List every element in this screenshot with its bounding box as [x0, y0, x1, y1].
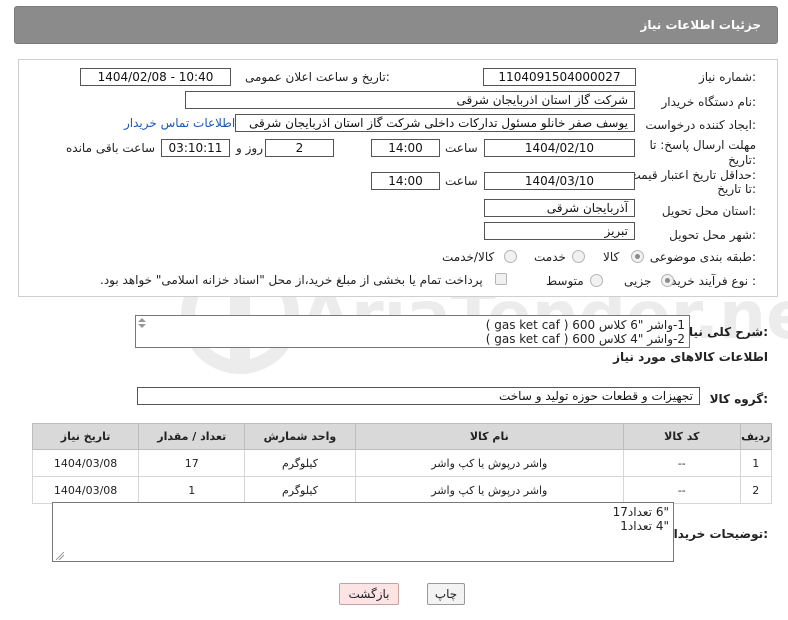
process-option-minor: جزیی: [624, 274, 652, 288]
cell-date: 1404/03/08: [31, 449, 140, 477]
days-label: روز و: [236, 141, 263, 155]
col-row: ردیف: [739, 423, 773, 450]
buyer-notes-textarea[interactable]: "6 تعداد17 "4 تعداد1: [52, 502, 674, 562]
buyer-notes-line-1: "6 تعداد17: [612, 505, 669, 519]
back-button[interactable]: بازگشت: [339, 583, 399, 605]
cell-unit: کیلوگرم: [244, 476, 356, 504]
city-field[interactable]: تبریز: [484, 222, 635, 240]
creator-field[interactable]: یوسف صفر خانلو مسئول تدارکات داخلی شرکت …: [235, 114, 635, 132]
city-label: شهر محل تحویل:: [669, 228, 756, 242]
reply-deadline-label-date: تاریخ:: [728, 153, 756, 167]
category-radio-service[interactable]: [572, 250, 585, 263]
goods-group-field[interactable]: تجهیزات و قطعات حوزه تولید و ساخت: [137, 387, 700, 405]
items-table: ردیف کد کالا نام کالا واحد شمارش تعداد /…: [31, 423, 773, 504]
reply-time-field[interactable]: 14:00: [371, 139, 440, 157]
page-title: جزئیات اطلاعات نیاز: [640, 18, 761, 32]
description-line-1: 1-واشر "6 کلاس 600 ( gas ket caf ): [485, 318, 685, 332]
cell-qty: 17: [138, 449, 246, 477]
cell-code: --: [623, 476, 741, 504]
category-option-service: خدمت: [534, 250, 566, 264]
category-option-goods: کالا: [603, 250, 620, 264]
cell-row: 1: [739, 449, 773, 477]
cell-name: واشر درپوش یا کپ واشر: [354, 476, 625, 504]
category-label: طبقه بندی موضوعی:: [649, 250, 756, 264]
cell-date: 1404/03/08: [31, 476, 140, 504]
reply-date-field[interactable]: 1404/02/10: [484, 139, 635, 157]
col-date: تاریخ نیاز: [31, 423, 140, 450]
buyer-notes-line-2: "4 تعداد1: [620, 519, 669, 533]
goods-info-title: اطلاعات کالاهای مورد نیاز: [613, 350, 768, 364]
reply-time-label: ساعت: [445, 141, 478, 155]
table-row[interactable]: 1 -- واشر درپوش یا کپ واشر کیلوگرم 17 14…: [31, 449, 773, 477]
reply-deadline-label: مهلت ارسال پاسخ: تا: [649, 138, 756, 152]
need-number-field[interactable]: 1104091504000027: [483, 68, 636, 86]
description-textarea[interactable]: 1-واشر "6 کلاس 600 ( gas ket caf ) 2-واش…: [135, 315, 690, 348]
creator-label: ایجاد کننده درخواست:: [645, 118, 756, 132]
price-validity-label: حداقل تاریخ اعتبار قیمت:: [629, 168, 756, 182]
cell-code: --: [623, 449, 741, 477]
table-row[interactable]: 2 -- واشر درپوش یا کپ واشر کیلوگرم 1 140…: [31, 476, 773, 504]
province-field[interactable]: آذربایجان شرقی: [484, 199, 635, 217]
col-unit: واحد شمارش: [244, 423, 356, 450]
price-time-field[interactable]: 14:00: [371, 172, 440, 190]
buyer-org-label: نام دستگاه خریدار:: [661, 95, 757, 109]
price-time-label: ساعت: [445, 174, 478, 188]
province-label: استان محل تحویل:: [661, 204, 756, 218]
buyer-contact-link[interactable]: اطلاعات تماس خریدار: [124, 116, 235, 130]
process-radio-medium[interactable]: [590, 274, 603, 287]
buyer-notes-label: توضیحات خریدار:: [666, 527, 768, 541]
process-type-label: نوع فرآیند خرید :: [671, 274, 756, 288]
page-header: جزئیات اطلاعات نیاز: [14, 6, 778, 44]
description-line-2: 2-واشر "4 کلاس 600 ( gas ket caf ): [485, 332, 685, 346]
table-header-row: ردیف کد کالا نام کالا واحد شمارش تعداد /…: [31, 423, 773, 450]
need-number-label: شماره نیاز:: [698, 70, 756, 84]
category-radio-goods-service[interactable]: [504, 250, 517, 263]
treasury-payment-checkbox[interactable]: [495, 273, 507, 285]
announce-date-field[interactable]: 1404/02/08 - 10:40: [80, 68, 231, 86]
description-label: شرح کلی نیاز:: [682, 325, 768, 339]
textarea-scroll-arrows-icon[interactable]: [137, 317, 147, 329]
resize-grip-icon[interactable]: [56, 552, 64, 560]
cell-qty: 1: [138, 476, 246, 504]
treasury-payment-note: پرداخت تمام یا بخشی از مبلغ خرید،از محل …: [100, 273, 483, 287]
goods-group-label: گروه کالا:: [709, 392, 768, 406]
announce-date-label: تاریخ و ساعت اعلان عمومی:: [245, 70, 390, 84]
cell-unit: کیلوگرم: [244, 449, 356, 477]
cell-row: 2: [739, 476, 773, 504]
remaining-time-label: ساعت باقی مانده: [66, 141, 156, 155]
category-radio-goods[interactable]: [631, 250, 644, 263]
col-qty: تعداد / مقدار: [138, 423, 246, 450]
process-option-medium: متوسط: [546, 274, 584, 288]
days-remaining-field[interactable]: 2: [265, 139, 334, 157]
price-date-field[interactable]: 1404/03/10: [484, 172, 635, 190]
remaining-time-field[interactable]: 03:10:11: [161, 139, 230, 157]
col-name: نام کالا: [354, 423, 625, 450]
print-button[interactable]: چاپ: [427, 583, 465, 605]
process-radio-minor[interactable]: [661, 274, 674, 287]
buyer-org-field[interactable]: شرکت گاز استان اذربایجان شرقی: [185, 91, 635, 109]
category-option-goods-service: کالا/خدمت: [442, 250, 495, 264]
col-code: کد کالا: [623, 423, 741, 450]
cell-name: واشر درپوش یا کپ واشر: [354, 449, 625, 477]
price-validity-label-date: تا تاریخ:: [717, 182, 756, 196]
